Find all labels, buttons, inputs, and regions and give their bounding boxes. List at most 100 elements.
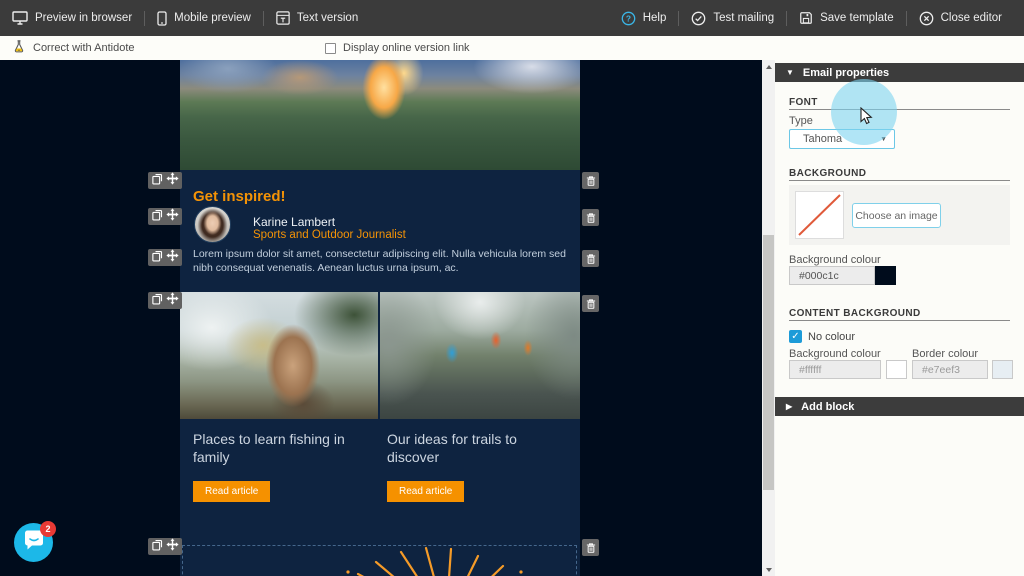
selected-footer-block[interactable]: [182, 545, 577, 576]
canvas-scrollbar[interactable]: [762, 60, 775, 576]
author-role[interactable]: Sports and Outdoor Journalist: [253, 229, 406, 241]
secondary-toolbar: Correct with Antidote Display online ver…: [0, 36, 1024, 60]
no-colour-label: No colour: [808, 331, 855, 343]
top-toolbar: Preview in browser Mobile preview Text v…: [0, 0, 1024, 36]
close-editor-button[interactable]: Close editor: [907, 0, 1014, 36]
help-icon: ?: [621, 11, 636, 26]
content-bg-colour-input[interactable]: [789, 360, 881, 379]
article-title-trails[interactable]: Our ideas for trails to discover: [387, 430, 565, 466]
email-paragraph-block[interactable]: Lorem ipsum dolor sit amet, consectetur …: [193, 248, 569, 275]
choose-image-button[interactable]: Choose an image: [852, 203, 941, 228]
email-canvas: Get inspired! Karine Lambert Sports and …: [0, 60, 762, 576]
article-title-fishing[interactable]: Places to learn fishing in family: [193, 430, 371, 466]
help-label: Help: [643, 12, 667, 24]
email-editor-app: Preview in browser Mobile preview Text v…: [0, 0, 1024, 576]
border-colour-swatch[interactable]: [992, 360, 1013, 379]
preview-in-browser-button[interactable]: Preview in browser: [10, 0, 144, 36]
delete-block-button-author[interactable]: [582, 209, 599, 226]
antidote-flask-icon: [12, 39, 26, 57]
add-block-header[interactable]: ▶ Add block: [775, 397, 1024, 416]
chevron-down-icon: ▼: [880, 136, 887, 143]
correct-with-antidote-button[interactable]: Correct with Antidote: [12, 39, 135, 57]
content-bg-colour-label: Background colour: [789, 348, 881, 360]
test-mailing-label: Test mailing: [713, 12, 774, 24]
border-colour-input[interactable]: [912, 360, 988, 379]
background-colour-input[interactable]: [789, 266, 875, 285]
sunburst-graphic: [183, 546, 578, 576]
test-mailing-button[interactable]: Test mailing: [679, 0, 786, 36]
scroll-up-arrow[interactable]: [762, 60, 775, 73]
email-document: Get inspired! Karine Lambert Sports and …: [180, 60, 580, 576]
border-colour-label: Border colour: [912, 348, 978, 360]
delete-block-button-paragraph[interactable]: [582, 250, 599, 267]
no-image-placeholder-icon[interactable]: [795, 191, 844, 239]
monitor-icon: [12, 11, 28, 25]
save-template-button[interactable]: Save template: [787, 0, 906, 36]
campfire-hero-image[interactable]: [180, 60, 580, 170]
preview-in-browser-label: Preview in browser: [35, 12, 132, 24]
svg-text:?: ?: [626, 13, 631, 23]
email-properties-header[interactable]: ▼ Email properties: [775, 63, 1024, 82]
block-controls-paragraph[interactable]: [148, 249, 182, 266]
mobile-preview-button[interactable]: Mobile preview: [145, 0, 263, 36]
duplicate-icon[interactable]: [151, 208, 163, 226]
checkbox-unchecked-icon[interactable]: [325, 43, 336, 54]
chat-unread-badge: 2: [40, 521, 56, 537]
duplicate-icon[interactable]: [151, 292, 163, 310]
help-button[interactable]: ? Help: [619, 0, 679, 36]
text-version-button[interactable]: Text version: [264, 0, 370, 36]
font-type-label: Type: [789, 115, 813, 127]
toolbar-left-group: Preview in browser Mobile preview Text v…: [10, 0, 370, 36]
save-template-label: Save template: [820, 12, 894, 24]
block-controls-heading[interactable]: [148, 172, 182, 189]
duplicate-icon[interactable]: [151, 172, 163, 190]
content-bg-colour-swatch[interactable]: [886, 360, 907, 379]
close-icon: [919, 11, 934, 26]
move-icon[interactable]: [166, 172, 179, 190]
move-icon[interactable]: [166, 538, 179, 556]
add-block-title: Add block: [801, 401, 854, 413]
move-icon[interactable]: [166, 208, 179, 226]
email-heading-block[interactable]: Get inspired!: [193, 188, 286, 205]
move-icon[interactable]: [166, 249, 179, 267]
section-divider: [789, 320, 1010, 321]
author-avatar[interactable]: [194, 206, 231, 243]
chevron-down-icon: ▼: [786, 68, 794, 77]
delete-block-button-footer[interactable]: [582, 539, 599, 556]
font-type-dropdown[interactable]: Tahoma ▼: [789, 129, 895, 149]
scroll-down-arrow[interactable]: [762, 563, 775, 576]
mobile-preview-label: Mobile preview: [174, 12, 251, 24]
font-type-value: Tahoma: [803, 133, 842, 145]
properties-sidebar: ▼ Email properties FONT Type Tahoma ▼ BA…: [775, 60, 1024, 576]
duplicate-icon[interactable]: [151, 249, 163, 267]
save-icon: [799, 11, 813, 25]
toolbar-right-group: ? Help Test mailing Save template Close …: [619, 0, 1014, 36]
duplicate-icon[interactable]: [151, 538, 163, 556]
block-controls-footer[interactable]: [148, 538, 182, 555]
no-colour-checkbox[interactable]: ✓: [789, 330, 802, 343]
read-article-button-trails[interactable]: Read article: [387, 481, 464, 502]
background-colour-swatch[interactable]: [875, 266, 896, 285]
section-divider: [789, 180, 1010, 181]
block-controls-author[interactable]: [148, 208, 182, 225]
hiking-article-image[interactable]: [380, 292, 580, 419]
display-online-version-checkbox[interactable]: Display online version link: [325, 42, 470, 54]
block-controls-articles[interactable]: [148, 292, 182, 309]
email-properties-title: Email properties: [803, 67, 889, 79]
content-background-section-title: CONTENT BACKGROUND: [789, 308, 921, 319]
read-article-button-fishing[interactable]: Read article: [193, 481, 270, 502]
check-circle-icon: [691, 11, 706, 26]
move-icon[interactable]: [166, 292, 179, 310]
font-section-title: FONT: [789, 97, 818, 108]
scrollbar-thumb[interactable]: [763, 235, 774, 490]
close-editor-label: Close editor: [941, 12, 1002, 24]
author-name[interactable]: Karine Lambert: [253, 215, 335, 229]
delete-block-button-heading[interactable]: [582, 172, 599, 189]
text-version-label: Text version: [297, 12, 358, 24]
mobile-phone-icon: [157, 11, 167, 26]
fishing-article-image[interactable]: [180, 292, 378, 419]
background-colour-label: Background colour: [789, 254, 881, 266]
background-section-title: BACKGROUND: [789, 168, 866, 179]
display-online-version-label: Display online version link: [343, 42, 470, 54]
delete-block-button-articles[interactable]: [582, 295, 599, 312]
